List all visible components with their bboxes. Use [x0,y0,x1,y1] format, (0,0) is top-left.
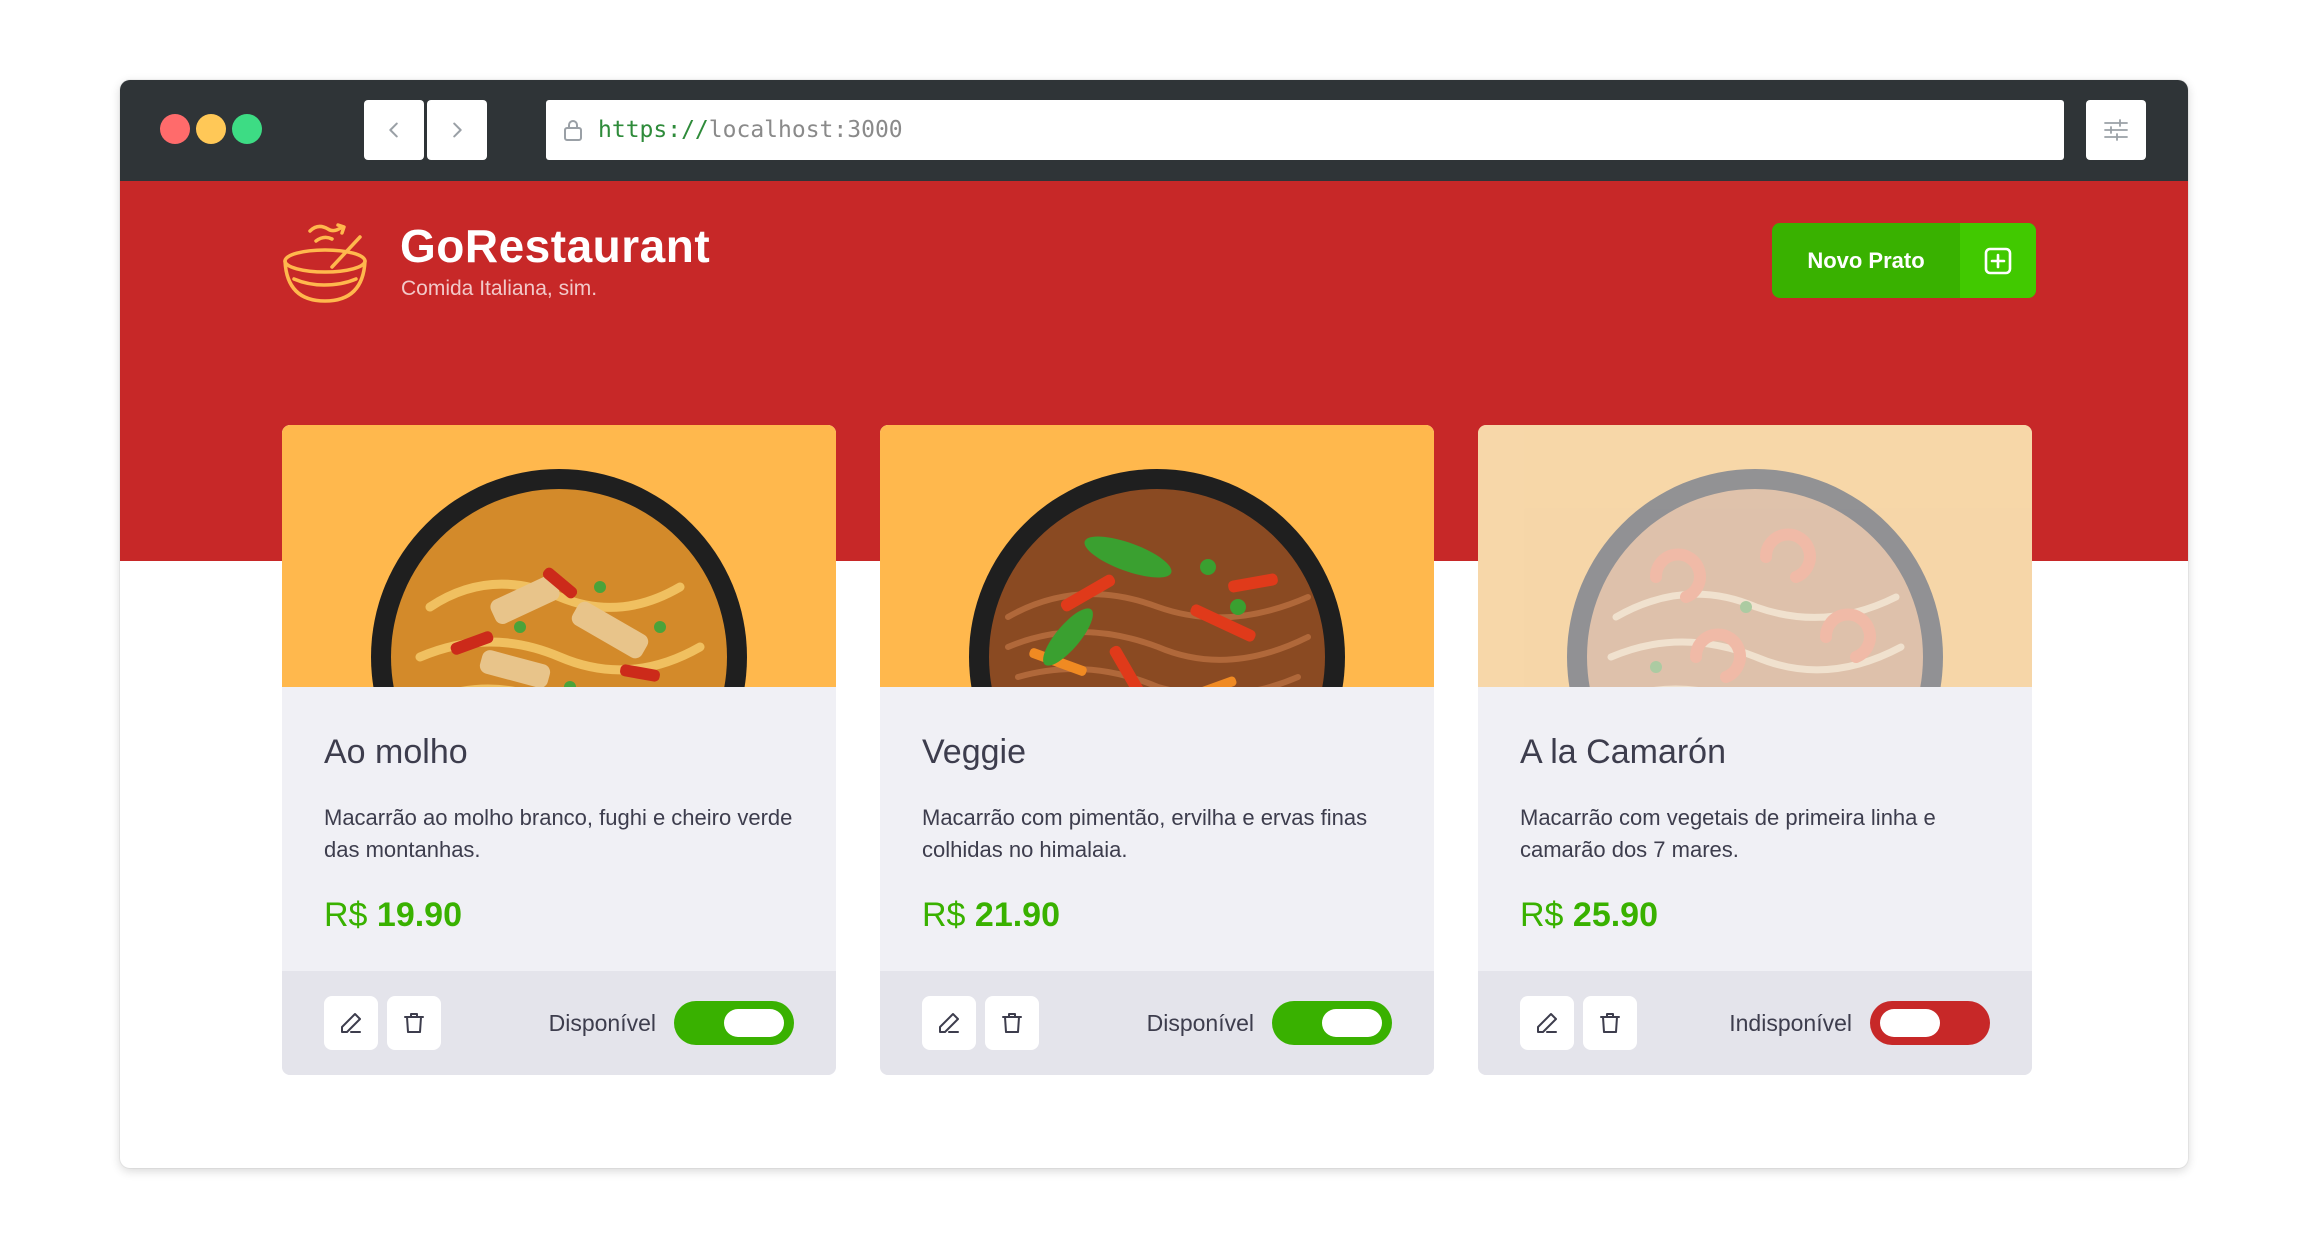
availability-label: Disponível [548,1009,656,1036]
price-currency: R$ [922,896,966,934]
chevron-right-icon [453,122,462,138]
food-price: R$ 21.90 [922,896,1392,935]
bowl-logo-icon [283,223,367,303]
address-bar[interactable]: https://localhost:3000 [546,100,2064,160]
new-dish-button[interactable]: Novo Prato [1772,223,2036,298]
window-close-dot[interactable] [160,114,190,144]
food-price: R$ 25.90 [1520,896,1990,935]
chevron-left-icon [389,122,398,138]
url-scheme: https:// [598,117,709,143]
price-value: 21.90 [974,896,1061,934]
availability-toggle[interactable] [1272,1001,1392,1045]
delete-food-button[interactable] [387,996,441,1050]
food-name: A la Camarón [1520,733,1726,771]
toggle-knob [1880,1009,1940,1037]
browser-window: https://localhost:3000 GoRestaurant Comi… [120,80,2188,1168]
new-dish-label: Novo Prato [1807,247,1925,273]
food-details: Ao molho Macarrão ao molho branco, fughi… [282,687,836,971]
food-image [1478,425,2032,687]
edit-icon [1537,1013,1557,1033]
brand-title: GoRestaurant [400,220,711,272]
food-description: Macarrão com pimentão, ervilha e ervas f… [922,805,1368,862]
food-price: R$ 19.90 [324,896,794,935]
edit-food-button[interactable] [1520,996,1574,1050]
food-actions: Disponível [282,971,836,1075]
sliders-icon [2104,119,2128,141]
food-card: A la Camarón Macarrão com vegetais de pr… [1478,425,2032,1075]
availability-toggle[interactable] [674,1001,794,1045]
food-details: Veggie Macarrão com pimentão, ervilha e … [880,687,1434,971]
delete-food-button[interactable] [1583,996,1637,1050]
delete-food-button[interactable] [985,996,1039,1050]
back-button[interactable] [364,100,424,160]
plus-square-icon [1960,223,2036,298]
browser-settings-button[interactable] [2086,100,2146,160]
food-image [880,425,1434,687]
price-value: 25.90 [1572,896,1659,934]
food-description: Macarrão ao molho branco, fughi e cheiro… [324,805,793,862]
price-value: 19.90 [376,896,463,934]
edit-icon [341,1013,361,1033]
price-currency: R$ [324,896,368,934]
edit-food-button[interactable] [922,996,976,1050]
edit-food-button[interactable] [324,996,378,1050]
edit-icon [939,1013,959,1033]
food-name: Ao molho [324,733,468,771]
browser-toolbar: https://localhost:3000 [120,80,2188,181]
forward-button[interactable] [427,100,487,160]
toggle-knob [1322,1009,1382,1037]
window-minimize-dot[interactable] [196,114,226,144]
food-actions: Indisponível [1478,971,2032,1075]
food-card: Veggie Macarrão com pimentão, ervilha e … [880,425,1434,1075]
window-maximize-dot[interactable] [232,114,262,144]
food-actions: Disponível [880,971,1434,1075]
toggle-knob [724,1009,784,1037]
food-card: Ao molho Macarrão ao molho branco, fughi… [282,425,836,1075]
trash-icon [1002,1013,1022,1033]
price-currency: R$ [1520,896,1564,934]
availability-toggle[interactable] [1870,1001,1990,1045]
food-list: Ao molho Macarrão ao molho branco, fughi… [282,425,2036,1075]
lock-icon [558,115,588,145]
food-image [282,425,836,687]
trash-icon [1600,1013,1620,1033]
brand-tagline: Comida Italiana, sim. [401,277,598,300]
food-description: Macarrão com vegetais de primeira linha … [1520,805,1936,862]
food-name: Veggie [922,733,1026,771]
availability-label: Disponível [1146,1009,1254,1036]
url-host: localhost:3000 [708,117,903,143]
trash-icon [404,1013,424,1033]
food-details: A la Camarón Macarrão com vegetais de pr… [1478,687,2032,971]
availability-label: Indisponível [1729,1009,1852,1036]
